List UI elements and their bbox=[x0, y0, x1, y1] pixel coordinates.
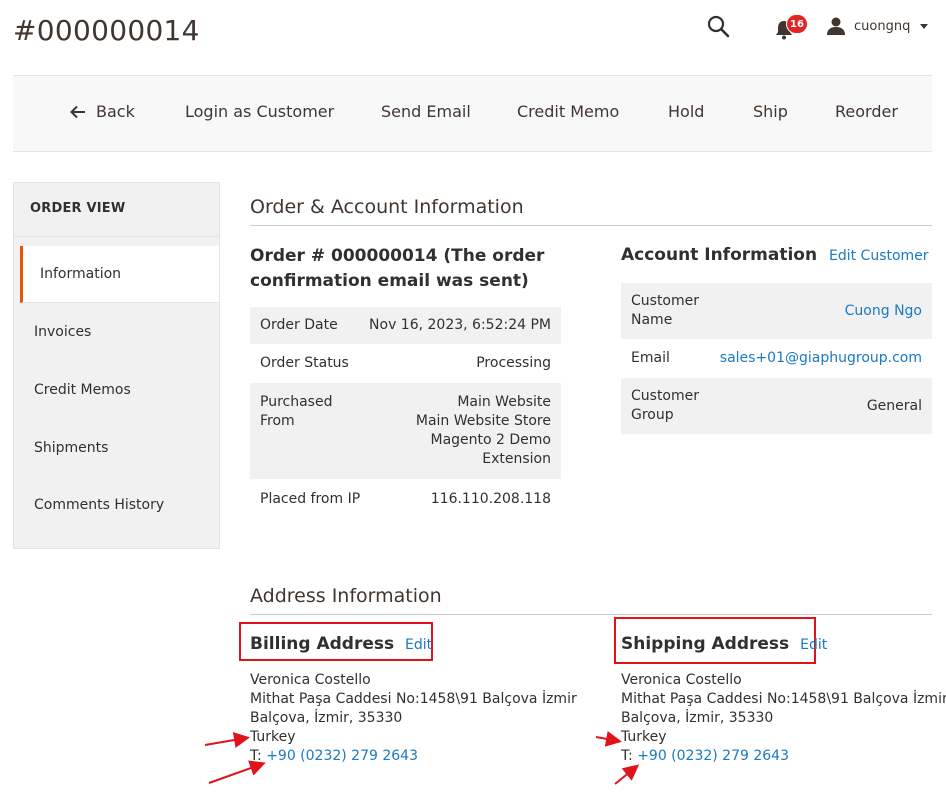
row-label: Order Date bbox=[260, 317, 338, 333]
reorder-button[interactable]: Reorder bbox=[835, 102, 898, 121]
user-menu[interactable]: cuongnq bbox=[826, 14, 929, 38]
row-label: Order Status bbox=[260, 355, 349, 371]
account-information-table: Customer Name Cuong Ngo Email sales+01@g… bbox=[621, 283, 932, 434]
search-button[interactable] bbox=[706, 14, 732, 40]
arrow-icon bbox=[614, 764, 640, 785]
user-icon bbox=[827, 17, 845, 35]
hold-button[interactable]: Hold bbox=[668, 102, 704, 121]
shipping-phone-link[interactable]: +90 (0232) 279 2643 bbox=[637, 748, 789, 764]
divider bbox=[250, 225, 932, 226]
account-information-title: Account Information Edit Customer bbox=[621, 245, 929, 265]
arrow-icon bbox=[204, 732, 250, 748]
credit-memo-button[interactable]: Credit Memo bbox=[517, 102, 619, 121]
sidebar-item-information[interactable]: Information bbox=[20, 246, 219, 303]
back-label: Back bbox=[96, 102, 135, 121]
phone-prefix: T: bbox=[250, 748, 262, 764]
address-country: Turkey bbox=[250, 729, 296, 745]
address-section-title: Address Information bbox=[250, 585, 442, 607]
page-title: #000000014 bbox=[13, 14, 200, 47]
address-street: Mithat Paşa Caddesi No:1458\91 Balçova İ… bbox=[250, 691, 577, 707]
billing-address-label: Billing Address bbox=[250, 634, 395, 654]
shipping-address-label: Shipping Address bbox=[621, 634, 790, 654]
address-phone-line: T: +90 (0232) 279 2643 bbox=[250, 747, 577, 766]
row-label: Placed from IP bbox=[260, 491, 361, 507]
address-country: Turkey bbox=[621, 729, 667, 745]
back-button[interactable]: Back bbox=[70, 102, 135, 121]
billing-address-title: Billing Address Edit bbox=[250, 634, 432, 654]
page-actions-bar: Back Login as Customer Send Email Credit… bbox=[13, 75, 932, 152]
billing-phone-link[interactable]: +90 (0232) 279 2643 bbox=[266, 748, 418, 764]
arrow-icon bbox=[208, 760, 266, 784]
sidebar-heading: ORDER VIEW bbox=[30, 201, 126, 216]
search-icon bbox=[707, 15, 730, 38]
customer-email-link[interactable]: sales+01@giaphugroup.com bbox=[720, 349, 922, 368]
value-line: Main Website Store bbox=[415, 413, 551, 429]
sidebar-item-comments-history[interactable]: Comments History bbox=[14, 477, 219, 534]
address-name: Veronica Costello bbox=[621, 672, 742, 688]
arrow-left-icon bbox=[70, 105, 85, 118]
order-status-value: Processing bbox=[476, 355, 551, 371]
user-name: cuongnq bbox=[854, 18, 911, 34]
customer-group-value: General bbox=[866, 397, 922, 414]
row-label: Purchased From bbox=[260, 394, 333, 429]
address-name: Veronica Costello bbox=[250, 672, 371, 688]
value-line: Extension bbox=[482, 451, 551, 467]
shipping-edit-link[interactable]: Edit bbox=[800, 637, 827, 653]
phone-prefix: T: bbox=[621, 748, 633, 764]
table-row: Customer Name Cuong Ngo bbox=[621, 283, 932, 339]
chevron-down-icon bbox=[920, 23, 929, 29]
address-street: Mithat Paşa Caddesi No:1458\91 Balçova İ… bbox=[621, 691, 946, 707]
table-row: Email sales+01@giaphugroup.com bbox=[621, 339, 932, 378]
table-row: Purchased From Main Website Main Website… bbox=[250, 383, 561, 479]
placed-from-ip-value: 116.110.208.118 bbox=[430, 491, 551, 507]
sidebar-item-invoices[interactable]: Invoices bbox=[14, 304, 219, 361]
value-line: Magento 2 Demo bbox=[430, 432, 552, 448]
row-label: Customer Group bbox=[631, 388, 700, 423]
billing-edit-link[interactable]: Edit bbox=[405, 637, 432, 653]
account-title-label: Account Information bbox=[621, 245, 818, 265]
order-title: Order # 000000014 (The order confirmatio… bbox=[250, 246, 545, 291]
purchased-from-value: Main Website Main Website Store Magento … bbox=[416, 393, 551, 469]
billing-address-block: Veronica Costello Mithat Paşa Caddesi No… bbox=[250, 671, 577, 766]
divider bbox=[14, 236, 219, 237]
arrow-icon bbox=[595, 730, 622, 747]
login-as-customer-button[interactable]: Login as Customer bbox=[185, 102, 334, 121]
address-phone-line: T: +90 (0232) 279 2643 bbox=[621, 747, 946, 766]
row-label: Customer Name bbox=[631, 293, 700, 328]
address-city: Balçova, İzmir, 35330 bbox=[250, 710, 403, 726]
ship-button[interactable]: Ship bbox=[753, 102, 788, 121]
edit-customer-link[interactable]: Edit Customer bbox=[829, 248, 929, 264]
sidebar-item-shipments[interactable]: Shipments bbox=[14, 420, 219, 477]
shipping-address-block: Veronica Costello Mithat Paşa Caddesi No… bbox=[621, 671, 946, 766]
table-row: Placed from IP 116.110.208.118 bbox=[250, 479, 561, 518]
divider bbox=[250, 614, 932, 615]
address-city: Balçova, İzmir, 35330 bbox=[621, 710, 774, 726]
value-line: Main Website bbox=[457, 394, 551, 410]
order-date-value: Nov 16, 2023, 6:52:24 PM bbox=[369, 317, 551, 333]
order-information-table: Order Date Nov 16, 2023, 6:52:24 PM Orde… bbox=[250, 307, 561, 518]
sidebar-item-credit-memos[interactable]: Credit Memos bbox=[14, 362, 219, 419]
order-account-section-title: Order & Account Information bbox=[250, 196, 524, 218]
row-label: Email bbox=[631, 350, 670, 366]
table-row: Order Date Nov 16, 2023, 6:52:24 PM bbox=[250, 307, 561, 344]
table-row: Order Status Processing bbox=[250, 344, 561, 383]
header-actions: 16 cuongnq bbox=[646, 0, 946, 54]
order-view-sidebar: ORDER VIEW Information Invoices Credit M… bbox=[13, 182, 220, 549]
customer-name-link[interactable]: Cuong Ngo bbox=[845, 302, 922, 321]
shipping-address-title: Shipping Address Edit bbox=[621, 634, 827, 654]
send-email-button[interactable]: Send Email bbox=[381, 102, 471, 121]
notification-count-badge: 16 bbox=[786, 14, 808, 34]
table-row: Customer Group General bbox=[621, 378, 932, 434]
notifications-button[interactable]: 16 bbox=[774, 14, 808, 42]
